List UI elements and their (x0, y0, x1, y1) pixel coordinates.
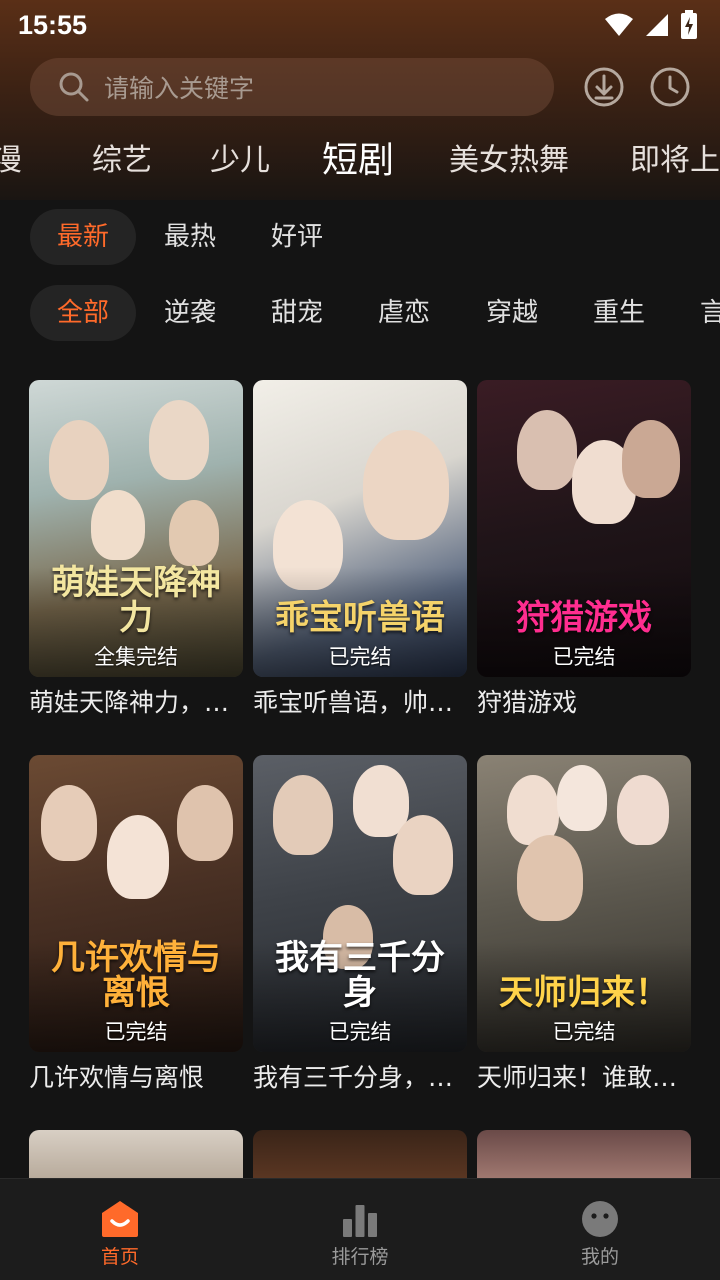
tab-anime[interactable]: 动漫 (0, 135, 22, 187)
poster-title: 狩猎游戏 (516, 598, 652, 639)
poster-title: 我有三千分身 (275, 937, 445, 1014)
search-row: 请输入关键字 (0, 58, 720, 116)
search-icon (59, 72, 89, 102)
poster-title: 乖宝听兽语 (275, 598, 445, 639)
sort-hottest[interactable]: 最热 (137, 209, 243, 265)
drama-title: 狩猎游戏 (477, 688, 578, 717)
status-badge: 已完结 (552, 645, 616, 669)
status-badge: 全集完结 (94, 645, 178, 669)
drama-card[interactable]: 几许欢情与离恨 已完结 几许欢情与离恨 (29, 755, 243, 1094)
drama-card[interactable]: 天师归来！ 已完结 天师归来！谁敢欺负我姐 (477, 755, 691, 1094)
drama-poster[interactable]: 狩猎游戏 已完结 (477, 380, 691, 677)
drama-poster[interactable] (477, 1130, 691, 1178)
drama-card[interactable]: 狩猎游戏 已完结 狩猎游戏 (477, 380, 691, 719)
status-time: 15:55 (18, 9, 88, 40)
nav-profile[interactable]: 我的 (480, 1179, 720, 1280)
drama-poster[interactable]: 天师归来！ 已完结 (477, 755, 691, 1052)
drama-card[interactable]: 萌娃天降神力 全集完结 萌娃天降神力，又把京城掀翻啦 (29, 380, 243, 719)
genre-romance[interactable]: 言情 (673, 285, 720, 341)
poster-title: 几许欢情与离恨 (51, 937, 221, 1014)
nav-home-label: 首页 (100, 1246, 139, 1268)
tab-short-drama[interactable]: 短剧 (322, 135, 394, 187)
drama-title: 我有三千分身，进厂打螺丝 (253, 1063, 467, 1092)
bottom-nav: 首页 排行榜 我的 (0, 1178, 720, 1280)
drama-card[interactable] (29, 1130, 243, 1178)
battery-icon (681, 10, 697, 39)
search-input[interactable]: 请输入关键字 (30, 58, 554, 116)
history-button[interactable] (650, 67, 690, 107)
home-icon (102, 1201, 138, 1237)
drama-card[interactable]: 我有三千分身 已完结 我有三千分身，进厂打螺丝 (253, 755, 467, 1094)
drama-title: 几许欢情与离恨 (29, 1063, 205, 1092)
status-bar: 15:55 (0, 0, 720, 50)
status-badge: 已完结 (328, 645, 392, 669)
drama-poster[interactable] (253, 1130, 467, 1178)
sort-latest[interactable]: 最新 (30, 209, 136, 265)
genre-rebirth[interactable]: 重生 (566, 285, 672, 341)
drama-poster[interactable]: 几许欢情与离恨 已完结 (29, 755, 243, 1052)
wifi-icon (605, 13, 633, 36)
status-badge: 已完结 (328, 1020, 392, 1044)
signal-icon (646, 14, 668, 36)
sort-best-rated[interactable]: 好评 (244, 209, 350, 265)
drama-poster[interactable]: 乖宝听兽语 已完结 (253, 380, 467, 677)
ranking-icon (343, 1205, 377, 1237)
status-icons (604, 10, 698, 40)
tab-variety[interactable]: 综艺 (92, 135, 152, 187)
profile-icon (582, 1201, 618, 1237)
download-button[interactable] (584, 67, 624, 107)
search-placeholder: 请输入关键字 (104, 74, 255, 103)
drama-card[interactable]: 乖宝听兽语 已完结 乖宝听兽语，帅总掌心宠 (253, 380, 467, 719)
drama-title: 萌娃天降神力，又把京城掀翻啦 (29, 688, 243, 717)
drama-poster[interactable] (29, 1130, 243, 1178)
nav-ranking-label: 排行榜 (331, 1246, 389, 1268)
genre-heartbreak[interactable]: 虐恋 (351, 285, 457, 341)
sort-tabs: 最新 最热 好评 (0, 209, 720, 265)
nav-profile-label: 我的 (580, 1246, 619, 1268)
drama-poster[interactable]: 我有三千分身 已完结 (253, 755, 467, 1052)
genre-tabs: 全部 逆袭 甜宠 虐恋 穿越 重生 言情 (0, 285, 720, 341)
genre-comeback[interactable]: 逆袭 (137, 285, 243, 341)
history-icon (650, 67, 690, 107)
drama-poster[interactable]: 萌娃天降神力 全集完结 (29, 380, 243, 677)
nav-ranking[interactable]: 排行榜 (240, 1179, 480, 1280)
drama-title: 天师归来！谁敢欺负我姐 (477, 1063, 691, 1092)
poster-title: 天师归来！ (499, 973, 669, 1014)
status-badge: 已完结 (104, 1020, 168, 1044)
tab-kids[interactable]: 少儿 (210, 135, 270, 187)
drama-card[interactable] (253, 1130, 467, 1178)
tab-upcoming[interactable]: 即将上线 (630, 135, 720, 187)
genre-sweet[interactable]: 甜宠 (244, 285, 350, 341)
nav-home[interactable]: 首页 (0, 1179, 240, 1280)
genre-all[interactable]: 全部 (30, 285, 136, 341)
genre-time-travel[interactable]: 穿越 (459, 285, 565, 341)
status-badge: 已完结 (552, 1020, 616, 1044)
tab-dance[interactable]: 美女热舞 (449, 135, 569, 187)
poster-title: 萌娃天降神力 (51, 562, 221, 639)
drama-card[interactable] (477, 1130, 691, 1178)
download-icon (584, 67, 624, 107)
category-tabs: 动漫 综艺 少儿 短剧 美女热舞 即将上线 (0, 135, 720, 187)
drama-title: 乖宝听兽语，帅总掌心宠 (253, 688, 467, 717)
